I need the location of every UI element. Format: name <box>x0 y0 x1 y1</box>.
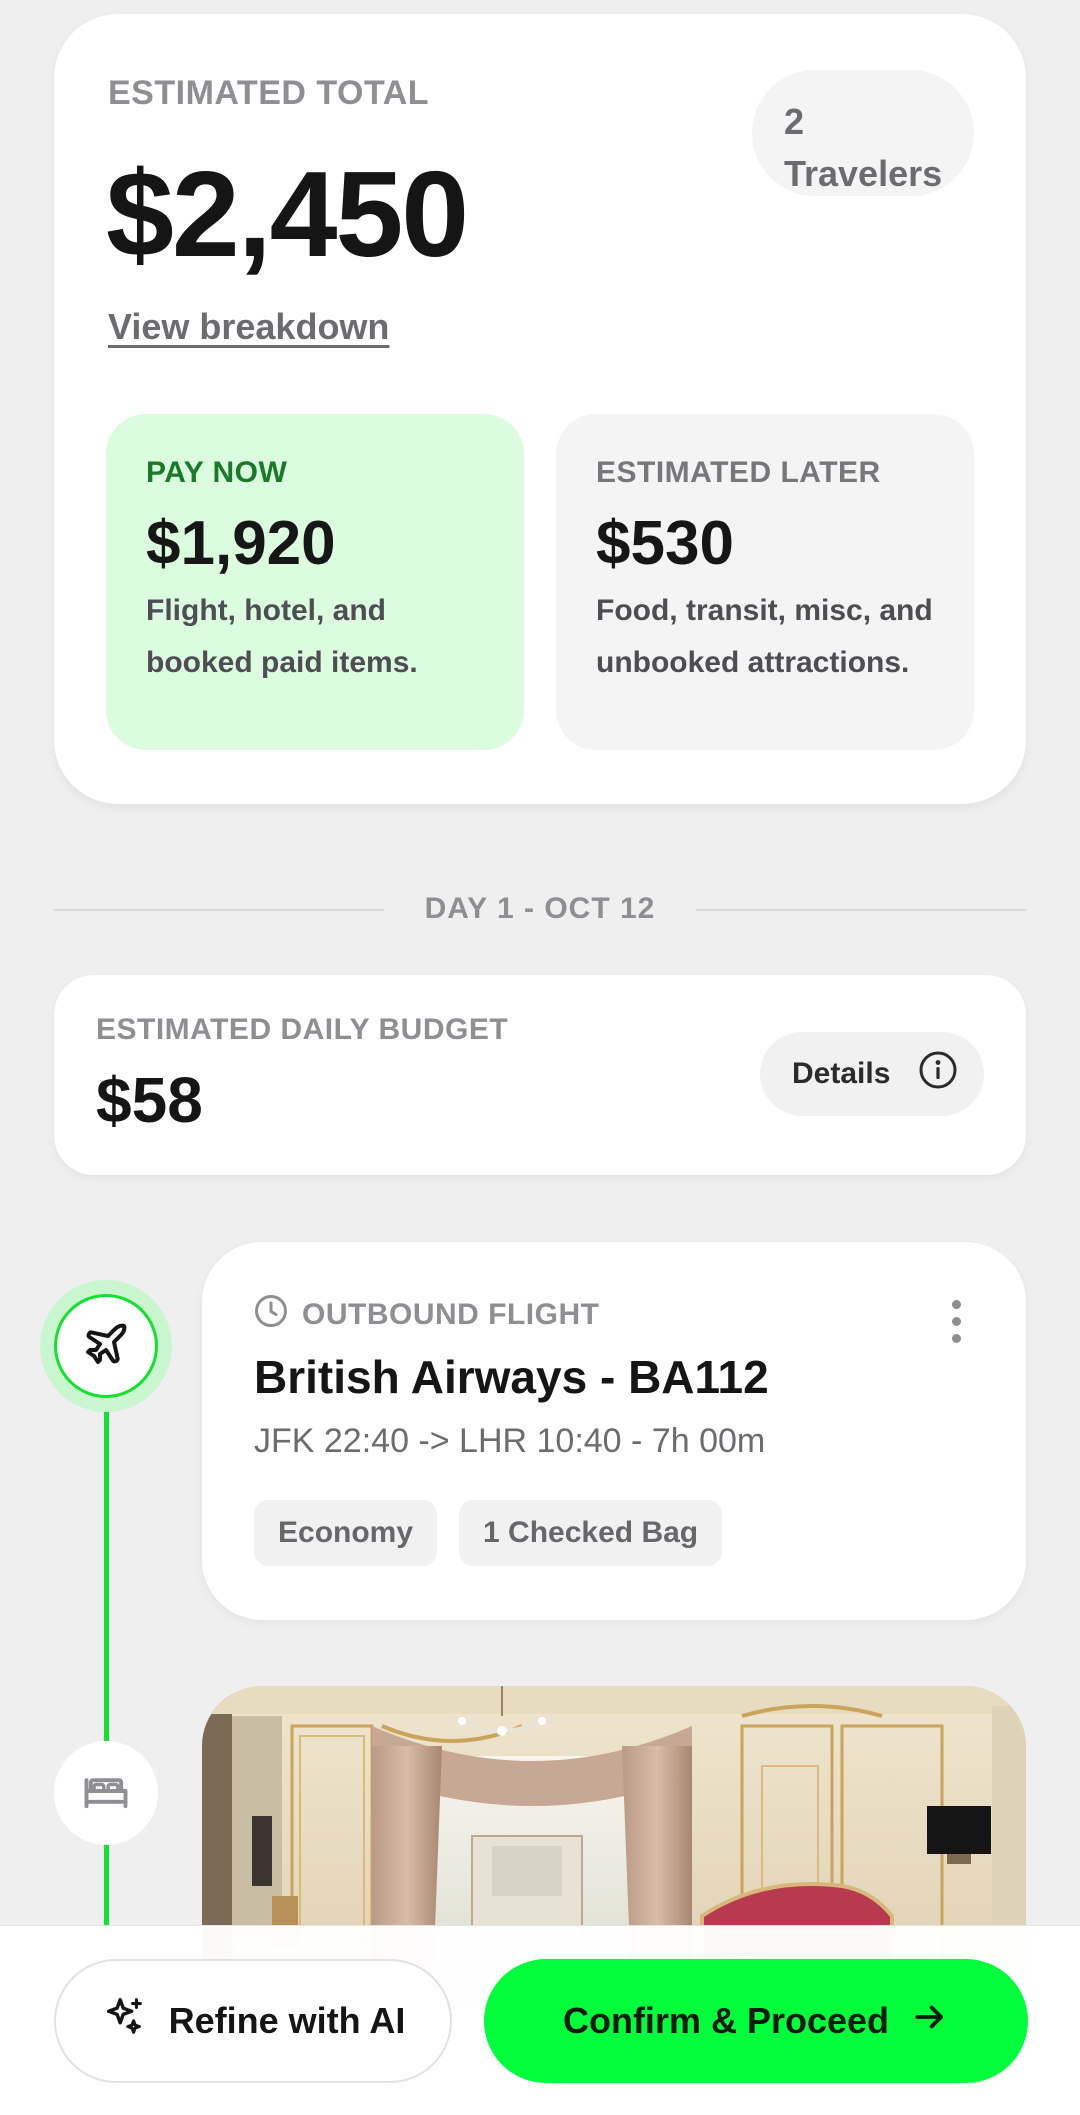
pay-now-desc-line: booked paid items. <box>146 646 418 679</box>
travelers-count: 2 <box>784 101 805 142</box>
estimated-later-desc-line: Food, transit, misc, and <box>596 594 933 627</box>
plane-icon <box>82 1320 130 1373</box>
clock-icon <box>254 1294 288 1336</box>
timeline-node-hotel <box>54 1741 158 1845</box>
travelers-label: Travelers <box>784 153 943 194</box>
trip-itinerary-page: ESTIMATED TOTAL $2,450 View breakdown 2 … <box>0 0 1080 2115</box>
sparkle-icon <box>101 1994 147 2049</box>
bed-icon <box>80 1765 132 1822</box>
arrow-right-icon <box>911 1998 949 2045</box>
refine-button-label: Refine with AI <box>168 2000 406 2041</box>
flight-type-label: OUTBOUND FLIGHT <box>302 1298 600 1331</box>
details-button-label: Details <box>792 1057 891 1090</box>
timeline-node-flight <box>40 1280 172 1412</box>
confirm-button-label: Confirm & Proceed <box>562 2000 890 2041</box>
divider-line <box>696 909 1026 911</box>
view-breakdown-link[interactable]: View breakdown <box>108 306 389 348</box>
estimated-later-description: Food, transit, misc, and unbooked attrac… <box>596 585 934 689</box>
daily-budget-amount: $58 <box>96 1064 203 1136</box>
refine-with-ai-button[interactable]: Refine with AI <box>54 1959 452 2083</box>
flight-route: JFK 22:40 -> LHR 10:40 - 7h 00m <box>254 1422 766 1460</box>
pay-now-amount: $1,920 <box>146 509 336 578</box>
pay-now-description: Flight, hotel, and booked paid items. <box>146 585 484 689</box>
day-divider: DAY 1 - OCT 12 <box>54 890 1026 930</box>
estimated-later-amount: $530 <box>596 509 734 578</box>
estimated-later-box: ESTIMATED LATER $530 Food, transit, misc… <box>556 414 974 750</box>
baggage-tag: 1 Checked Bag <box>459 1500 723 1566</box>
pay-now-desc-line: Flight, hotel, and <box>146 594 386 627</box>
daily-budget-card: ESTIMATED DAILY BUDGET $58 Details <box>54 975 1026 1175</box>
estimated-later-label: ESTIMATED LATER <box>596 456 881 489</box>
estimated-total-card: ESTIMATED TOTAL $2,450 View breakdown 2 … <box>54 14 1026 804</box>
confirm-proceed-button[interactable]: Confirm & Proceed <box>484 1959 1028 2083</box>
flight-title: British Airways - BA112 <box>254 1351 769 1403</box>
outbound-flight-card[interactable]: OUTBOUND FLIGHT British Airways - BA112 … <box>202 1242 1026 1620</box>
timeline-node-flight-inner <box>54 1294 158 1398</box>
travelers-badge[interactable]: 2 Travelers <box>752 70 974 196</box>
flight-type-row: OUTBOUND FLIGHT <box>254 1294 599 1336</box>
pay-now-label: PAY NOW <box>146 456 288 489</box>
more-options-button[interactable] <box>946 1300 966 1348</box>
details-button[interactable]: Details <box>760 1032 984 1116</box>
estimated-total-label: ESTIMATED TOTAL <box>108 74 430 112</box>
estimated-later-desc-line: unbooked attractions. <box>596 646 910 679</box>
estimated-total-amount: $2,450 <box>106 146 469 282</box>
bottom-action-bar: Refine with AI Confirm & Proceed <box>0 1925 1080 2115</box>
pay-now-box: PAY NOW $1,920 Flight, hotel, and booked… <box>106 414 524 750</box>
daily-budget-label: ESTIMATED DAILY BUDGET <box>96 1013 509 1046</box>
info-icon <box>918 1050 958 1098</box>
fare-class-tag: Economy <box>254 1500 438 1566</box>
flight-tags: Economy 1 Checked Bag <box>254 1500 723 1566</box>
